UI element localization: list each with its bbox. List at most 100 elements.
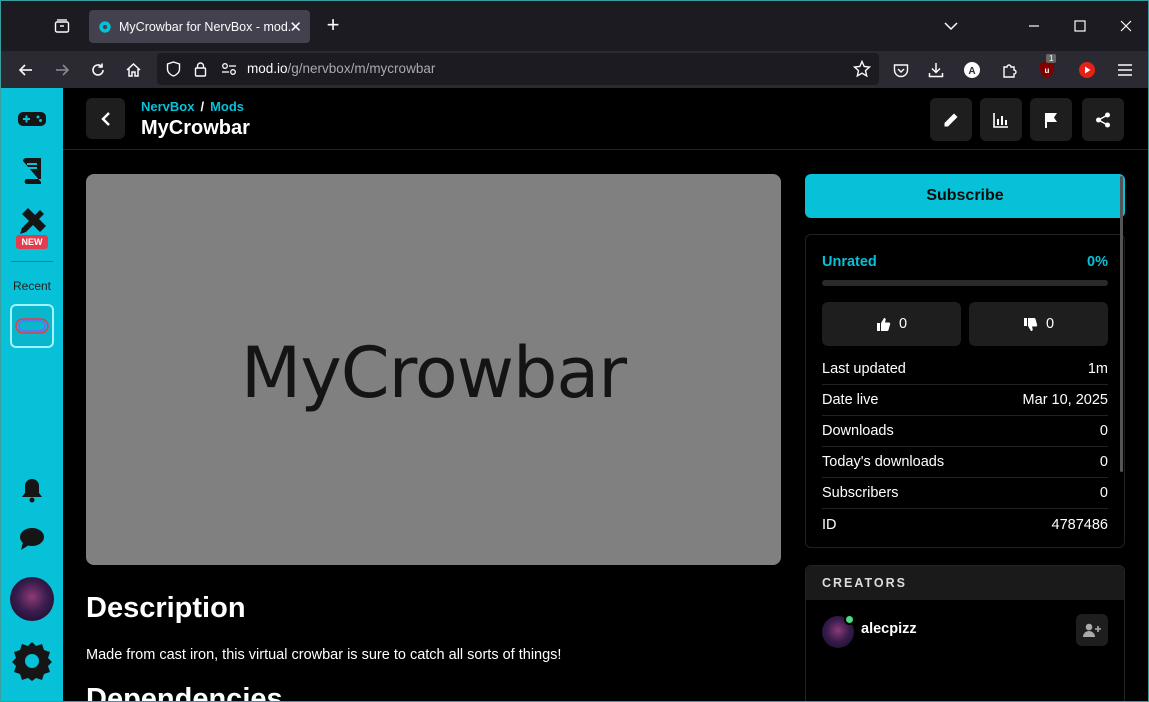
description-heading: Description bbox=[86, 592, 246, 624]
page-title: MyCrowbar bbox=[141, 117, 250, 139]
follow-creator-button[interactable] bbox=[1076, 614, 1108, 646]
svg-text:A: A bbox=[968, 66, 975, 77]
sidebar-divider bbox=[11, 261, 53, 262]
sidebar-item-games[interactable] bbox=[16, 103, 48, 135]
book-icon bbox=[23, 158, 41, 184]
sidebar-item-notifications[interactable] bbox=[16, 474, 48, 506]
url-text[interactable]: mod.io/g/nervbox/m/mycrowbar bbox=[247, 61, 435, 76]
bell-icon bbox=[22, 479, 42, 503]
minimize-button[interactable] bbox=[1021, 13, 1047, 39]
tab-close-icon[interactable]: ✕ bbox=[289, 18, 302, 36]
user-avatar[interactable] bbox=[10, 577, 54, 621]
sidebar-item-settings[interactable] bbox=[11, 639, 53, 681]
list-all-tabs-button[interactable] bbox=[938, 13, 964, 39]
creator-name[interactable]: alecpizz bbox=[861, 621, 917, 637]
browser-window: MyCrowbar for NervBox - mod.io ✕ + mod.i… bbox=[0, 0, 1149, 702]
sidebar-item-chat[interactable] bbox=[16, 523, 48, 555]
breadcrumb-game-link[interactable]: NervBox bbox=[141, 99, 194, 114]
online-status-dot bbox=[844, 614, 855, 625]
puzzle-icon bbox=[1002, 63, 1017, 78]
tab-bar: MyCrowbar for NervBox - mod.io ✕ + bbox=[1, 1, 1148, 51]
url-path: /g/nervbox/m/mycrowbar bbox=[287, 61, 436, 76]
mod-banner-image[interactable]: MyCrowbar bbox=[86, 174, 781, 565]
description-text: Made from cast iron, this virtual crowba… bbox=[86, 647, 562, 663]
subscribe-button[interactable]: Subscribe bbox=[805, 174, 1125, 218]
header-back-button[interactable] bbox=[86, 98, 125, 139]
close-window-button[interactable] bbox=[1113, 13, 1139, 39]
add-user-icon bbox=[1083, 623, 1101, 637]
url-host: mod.io bbox=[247, 61, 288, 76]
stat-value: 0 bbox=[1099, 485, 1108, 501]
tab-title: MyCrowbar for NervBox - mod.io bbox=[119, 19, 291, 34]
thumbs-up-count: 0 bbox=[898, 316, 908, 332]
back-button[interactable] bbox=[12, 56, 40, 84]
url-bar[interactable]: mod.io/g/nervbox/m/mycrowbar bbox=[157, 53, 879, 85]
stats-button[interactable] bbox=[980, 98, 1022, 141]
home-icon bbox=[125, 62, 141, 77]
navigation-toolbar: mod.io/g/nervbox/m/mycrowbar A u 1 bbox=[1, 51, 1148, 88]
sidebar-item-create[interactable] bbox=[16, 206, 48, 238]
maximize-button[interactable] bbox=[1067, 13, 1093, 39]
sidebar-item-library[interactable] bbox=[16, 155, 48, 187]
share-button[interactable] bbox=[1082, 98, 1124, 141]
report-button[interactable] bbox=[1030, 98, 1072, 141]
hamburger-menu-icon bbox=[1118, 64, 1132, 76]
rating-percent: 0% bbox=[1087, 254, 1108, 270]
youtube-extension-button[interactable] bbox=[1073, 56, 1101, 84]
svg-text:u: u bbox=[1045, 66, 1050, 75]
account-button[interactable]: A bbox=[958, 56, 986, 84]
gamepad-icon bbox=[18, 112, 46, 126]
banner-text: MyCrowbar bbox=[240, 331, 627, 414]
flag-icon bbox=[1045, 112, 1057, 128]
tab-active[interactable]: MyCrowbar for NervBox - mod.io ✕ bbox=[89, 10, 310, 43]
recent-game-logo-icon bbox=[15, 318, 49, 334]
bookmark-star-icon[interactable] bbox=[853, 60, 871, 78]
maximize-icon bbox=[1074, 20, 1086, 32]
mod-header: NervBox / Mods MyCrowbar bbox=[63, 88, 1148, 150]
youtube-icon bbox=[1079, 62, 1095, 78]
edit-button[interactable] bbox=[930, 98, 972, 141]
thumbs-up-icon bbox=[876, 317, 891, 331]
pocket-icon bbox=[893, 63, 909, 77]
stat-row-last-updated: Last updated 1m bbox=[822, 354, 1108, 385]
site-sidebar: NEW Recent bbox=[1, 88, 63, 701]
stat-label: Today's downloads bbox=[822, 454, 945, 470]
tab-overview-button[interactable] bbox=[49, 13, 75, 39]
reload-button[interactable] bbox=[84, 56, 112, 84]
tracking-shield-icon[interactable] bbox=[166, 61, 181, 77]
stat-label: Downloads bbox=[822, 423, 894, 439]
arrow-left-icon bbox=[18, 64, 32, 76]
new-tab-button[interactable]: + bbox=[321, 14, 345, 38]
bar-chart-icon bbox=[993, 112, 1008, 128]
lock-icon[interactable] bbox=[194, 61, 207, 77]
breadcrumb: NervBox / Mods bbox=[141, 99, 244, 114]
arrow-right-icon bbox=[56, 64, 70, 76]
recent-game-thumbnail[interactable] bbox=[10, 304, 54, 348]
breadcrumb-mods-link[interactable]: Mods bbox=[210, 99, 244, 114]
stat-label: Date live bbox=[822, 392, 879, 408]
thumbs-up-button[interactable]: 0 bbox=[822, 302, 961, 346]
rating-bar bbox=[822, 280, 1108, 286]
thumbs-down-button[interactable]: 0 bbox=[969, 302, 1108, 346]
gear-icon bbox=[12, 642, 52, 681]
app-menu-button[interactable] bbox=[1111, 56, 1139, 84]
tab-overview-icon bbox=[54, 19, 70, 33]
creators-panel: CREATORS alecpizz bbox=[805, 565, 1125, 701]
scrollbar[interactable] bbox=[1120, 176, 1123, 472]
minimize-icon bbox=[1029, 25, 1039, 27]
home-button[interactable] bbox=[119, 56, 147, 84]
thumbs-down-count: 0 bbox=[1045, 316, 1055, 332]
chat-bubble-icon bbox=[20, 528, 44, 550]
extensions-button[interactable] bbox=[995, 56, 1023, 84]
creators-heading: CREATORS bbox=[806, 566, 1124, 600]
permissions-icon[interactable] bbox=[221, 62, 237, 76]
forward-button[interactable] bbox=[48, 56, 76, 84]
downloads-button[interactable] bbox=[922, 56, 950, 84]
ublock-extension-button[interactable]: u 1 bbox=[1033, 54, 1061, 84]
account-avatar-icon: A bbox=[964, 62, 980, 78]
stat-label: Subscribers bbox=[822, 485, 899, 501]
pocket-button[interactable] bbox=[887, 56, 915, 84]
pencil-icon bbox=[944, 113, 958, 126]
stat-label: ID bbox=[822, 516, 837, 533]
thumbs-down-icon bbox=[1023, 317, 1038, 331]
